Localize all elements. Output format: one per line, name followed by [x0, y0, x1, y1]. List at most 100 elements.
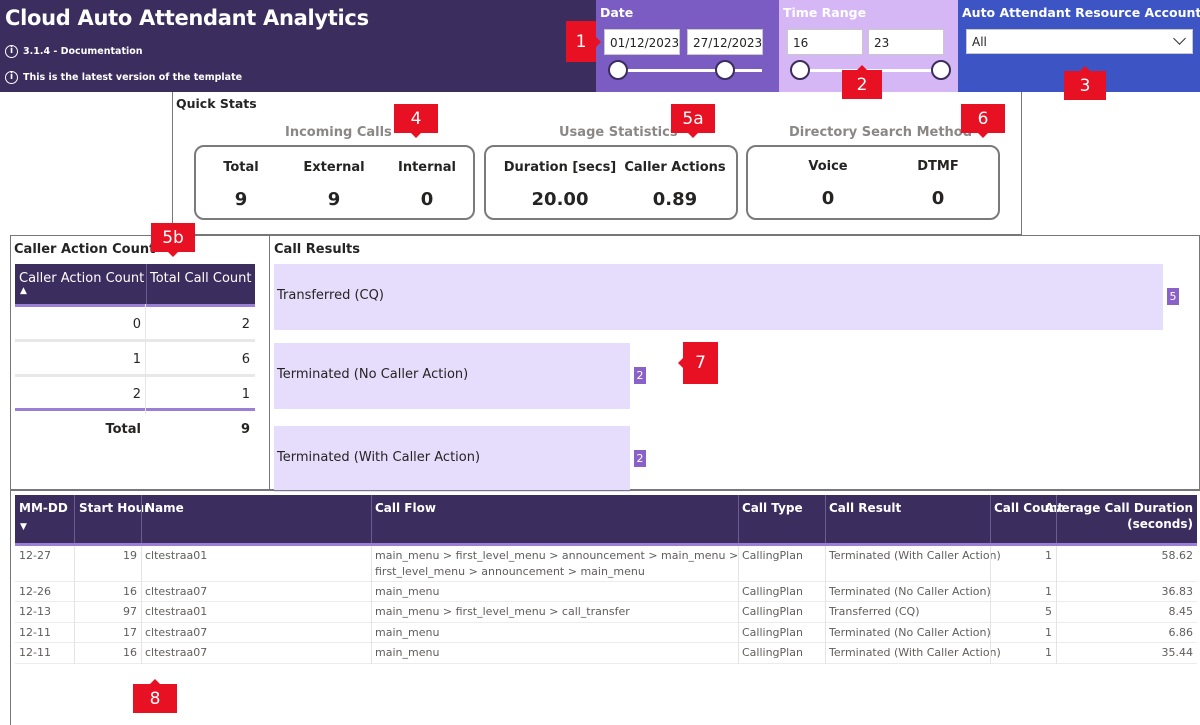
resource-accounts-selected: All: [972, 35, 987, 49]
cell-call-flow: main_menu: [375, 585, 440, 598]
column-divider: [990, 546, 991, 664]
cell-average-duration: 36.83: [1161, 585, 1194, 598]
column-divider: [738, 546, 739, 664]
row-separator: [15, 622, 1197, 623]
cell-call-type: CallingPlan: [742, 549, 803, 562]
date-end-input[interactable]: 27/12/2023: [687, 29, 763, 55]
external-value: 9: [327, 189, 341, 210]
row-separator: [15, 601, 1197, 602]
column-divider: [74, 495, 75, 543]
column-header-call-type[interactable]: Call Type: [742, 501, 803, 515]
sort-descending-icon[interactable]: ▼: [20, 522, 27, 532]
chevron-down-icon: [1173, 32, 1186, 45]
row-separator: [15, 581, 1197, 582]
voice-label: Voice: [808, 159, 848, 174]
column-divider: [825, 546, 826, 664]
cell-start-hour: 16: [123, 585, 137, 598]
column-divider: [990, 495, 991, 543]
report-title: Cloud Auto Attendant Analytics: [5, 6, 369, 30]
column-header-caller-action-count[interactable]: Caller Action Count: [19, 271, 144, 286]
time-slider-start-handle[interactable]: [790, 60, 810, 80]
info-icon: i: [5, 45, 18, 58]
cell-mm-dd: 12-11: [19, 646, 51, 659]
cell-call-flow: main_menu > first_level_menu > call_tran…: [375, 605, 630, 618]
column-divider: [738, 495, 739, 543]
call-detail-panel: MM-DD ▼ Start Hour Name Call Flow Call T…: [10, 490, 1200, 725]
call-result-bar-value: 5: [1167, 288, 1179, 305]
call-result-bar[interactable]: [274, 264, 1163, 330]
cell-start-hour: 16: [123, 646, 137, 659]
sort-ascending-icon[interactable]: ▲: [20, 286, 27, 296]
resource-accounts-title: Auto Attendant Resource Accounts: [962, 5, 1200, 20]
row-separator: [15, 374, 255, 377]
call-result-bar-value: 2: [634, 367, 646, 384]
cell-average-duration: 35.44: [1161, 646, 1194, 659]
callout-marker: 5b: [151, 223, 195, 257]
cell-name: cltestraa01: [145, 605, 208, 618]
table-cell: 1: [241, 387, 250, 402]
column-divider: [141, 546, 142, 664]
time-end-input[interactable]: 23: [868, 29, 944, 55]
cell-mm-dd: 12-13: [19, 605, 51, 618]
internal-value: 0: [420, 189, 434, 210]
table-cell: 6: [241, 352, 250, 367]
call-result-bar-label: Transferred (CQ): [277, 288, 384, 303]
cell-call-result: Transferred (CQ): [829, 605, 920, 618]
cell-call-result: Terminated (With Caller Action): [829, 549, 1001, 562]
cell-name: cltestraa01: [145, 549, 208, 562]
call-results-panel: Call Results Transferred (CQ) 5 Terminated…: [270, 235, 1200, 492]
cell-average-duration: 6.86: [1168, 626, 1194, 639]
column-header-start-hour[interactable]: Start Hour: [79, 501, 150, 515]
table-cell: 0: [132, 317, 141, 332]
row-separator: [15, 339, 255, 342]
date-start-input[interactable]: 01/12/2023: [604, 29, 680, 55]
version-link[interactable]: i 3.1.4 - Documentation: [5, 45, 143, 58]
resource-accounts-dropdown[interactable]: All: [966, 29, 1193, 54]
date-slider-track[interactable]: [616, 69, 762, 72]
date-slider-start-handle[interactable]: [608, 60, 628, 80]
total-value: 9: [234, 189, 248, 210]
cell-call-count: 5: [1045, 605, 1052, 618]
column-divider: [371, 546, 372, 664]
usage-statistics-title: Usage Statistics: [559, 125, 678, 140]
total-label: Total: [223, 160, 259, 175]
callout-marker: 1: [566, 21, 601, 62]
cell-call-result: Terminated (No Caller Action): [829, 626, 991, 639]
dtmf-label: DTMF: [917, 159, 959, 174]
callout-marker: 7: [678, 342, 718, 384]
latest-version-info[interactable]: i This is the latest version of the temp…: [5, 71, 242, 84]
header-underline: [15, 304, 255, 307]
time-range-title: Time Range: [783, 5, 867, 20]
cell-average-duration: 8.45: [1168, 605, 1194, 618]
column-header-call-flow[interactable]: Call Flow: [375, 501, 436, 515]
directory-search-title: Directory Search Method: [789, 125, 973, 140]
column-divider: [145, 304, 146, 414]
call-detail-table-header: MM-DD ▼ Start Hour Name Call Flow Call T…: [15, 495, 1197, 543]
time-start-input[interactable]: 16: [787, 29, 863, 55]
cell-average-duration: 58.62: [1161, 549, 1194, 562]
column-header-total-call-count[interactable]: Total Call Count: [150, 271, 252, 286]
duration-label: Duration [secs]: [503, 160, 617, 175]
incoming-calls-card: Total 9 External 9 Internal 0: [194, 145, 475, 220]
quick-stats-title: Quick Stats: [176, 96, 257, 111]
table-cell: 1: [132, 352, 141, 367]
duration-value: 20.00: [531, 189, 589, 210]
cell-start-hour: 97: [123, 605, 137, 618]
dtmf-value: 0: [931, 188, 945, 209]
caller-action-count-title: Caller Action Count: [14, 242, 156, 257]
callout-marker: 8: [133, 679, 177, 713]
incoming-calls-title: Incoming Calls: [285, 125, 392, 140]
column-header-call-result[interactable]: Call Result: [829, 501, 901, 515]
column-header-name[interactable]: Name: [145, 501, 184, 515]
version-text: 3.1.4 - Documentation: [23, 46, 143, 57]
cell-call-flow: main_menu: [375, 626, 440, 639]
column-header-average-call-duration[interactable]: Average Call Duration: [1045, 501, 1193, 515]
time-slider-end-handle[interactable]: [931, 60, 951, 80]
date-slider-end-handle[interactable]: [715, 60, 735, 80]
total-separator: [15, 408, 255, 411]
total-value: 9: [240, 422, 250, 437]
column-divider: [1056, 495, 1057, 543]
cell-call-result: Terminated (No Caller Action): [829, 585, 991, 598]
caller-actions-value: 0.89: [652, 189, 698, 210]
column-header-mm-dd[interactable]: MM-DD: [19, 501, 68, 515]
